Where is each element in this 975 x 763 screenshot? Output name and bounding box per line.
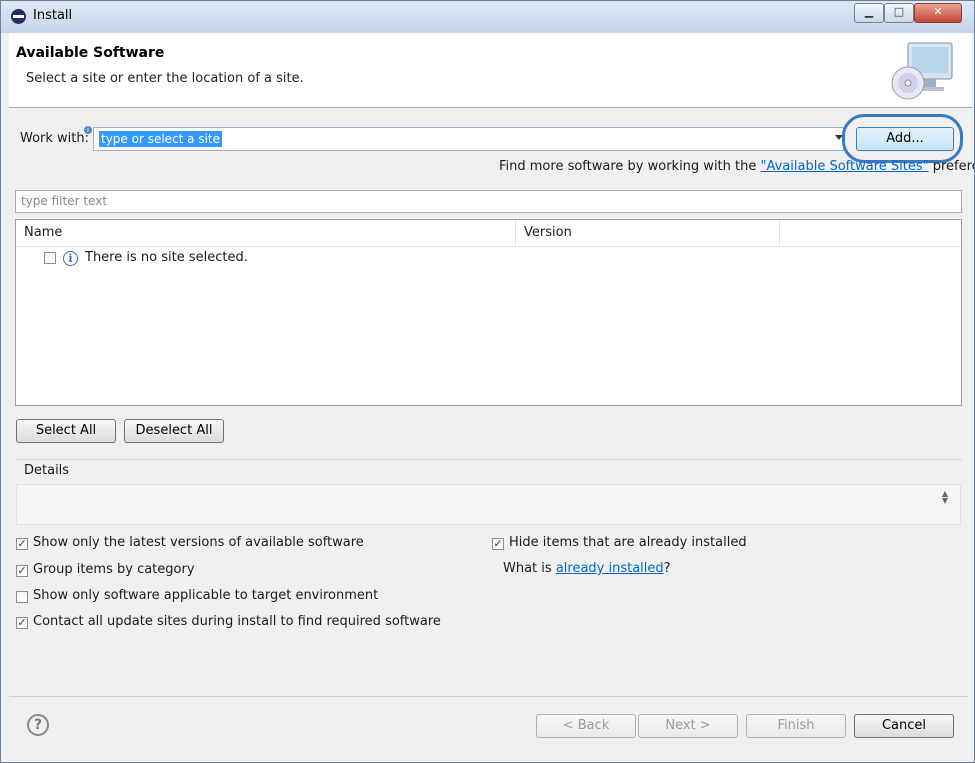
table-row[interactable]: i There is no site selected.: [16, 247, 961, 269]
maximize-button[interactable]: □: [884, 3, 914, 23]
help-icon[interactable]: ?: [27, 714, 49, 736]
info-icon: i: [63, 251, 78, 266]
option-label: Show only software applicable to target …: [33, 588, 379, 603]
available-software-sites-link[interactable]: "Available Software Sites": [761, 159, 929, 174]
checkbox[interactable]: ✓: [16, 565, 28, 577]
close-button[interactable]: ✕: [914, 3, 962, 23]
details-scrollbar[interactable]: ▲ ▼: [941, 490, 949, 505]
find-more-suffix: preferences.: [932, 159, 974, 174]
option-label: Show only the latest versions of availab…: [33, 535, 364, 550]
install-dialog: Install ▁ □ ✕ Available Software Select …: [0, 0, 975, 763]
column-header-version[interactable]: Version: [516, 220, 780, 246]
checkbox[interactable]: [16, 591, 28, 603]
window-title: Install: [33, 8, 73, 23]
minimize-button[interactable]: ▁: [854, 3, 884, 23]
option-label: Group items by category: [33, 562, 195, 577]
filter-input[interactable]: type filter text: [15, 190, 962, 213]
details-section: Details: [15, 459, 962, 527]
install-banner-icon: [891, 42, 953, 100]
work-with-combo[interactable]: type or select a site: [93, 127, 844, 151]
work-with-value: type or select a site: [99, 131, 223, 147]
checkbox[interactable]: ✓: [16, 617, 28, 629]
eclipse-icon: [11, 9, 26, 24]
find-more-text: Find more software by working with the "…: [499, 159, 974, 174]
finish-button[interactable]: Finish: [746, 714, 846, 738]
checkbox[interactable]: ✓: [16, 538, 28, 550]
page-title: Available Software: [16, 45, 165, 61]
dialog-header: Available Software Select a site or ente…: [9, 33, 972, 108]
already-installed-link[interactable]: already installed: [556, 561, 664, 576]
cancel-button[interactable]: Cancel: [854, 714, 954, 738]
page-subtitle: Select a site or enter the location of a…: [26, 71, 304, 86]
checkbox[interactable]: ✓: [492, 538, 504, 550]
back-button[interactable]: < Back: [536, 714, 636, 738]
option-label: Hide items that are already installed: [509, 535, 747, 550]
column-header-name[interactable]: Name: [16, 220, 516, 246]
row-name: There is no site selected.: [85, 250, 248, 265]
select-all-button[interactable]: Select All: [16, 419, 116, 443]
find-more-prefix: Find more software by working with the: [499, 159, 761, 174]
add-site-button[interactable]: Add...: [856, 127, 954, 151]
footer-divider: [9, 696, 968, 697]
title-bar[interactable]: Install ▁ □ ✕: [1, 1, 974, 33]
info-decoration-icon: i: [84, 126, 92, 134]
work-with-label: Work with:: [20, 131, 90, 146]
next-button[interactable]: Next >: [638, 714, 738, 738]
what-is-prefix: What is: [503, 561, 556, 576]
software-table[interactable]: Name Version i There is no site selected…: [15, 219, 962, 406]
deselect-all-button[interactable]: Deselect All: [124, 419, 224, 443]
what-is-installed-text: What is already installed?: [503, 561, 671, 576]
option-label: Contact all update sites during install …: [33, 614, 441, 629]
details-text-area[interactable]: [16, 484, 961, 525]
what-is-suffix: ?: [663, 561, 671, 576]
table-header: Name Version: [16, 220, 961, 247]
row-checkbox[interactable]: [44, 252, 56, 264]
details-label: Details: [24, 463, 70, 478]
